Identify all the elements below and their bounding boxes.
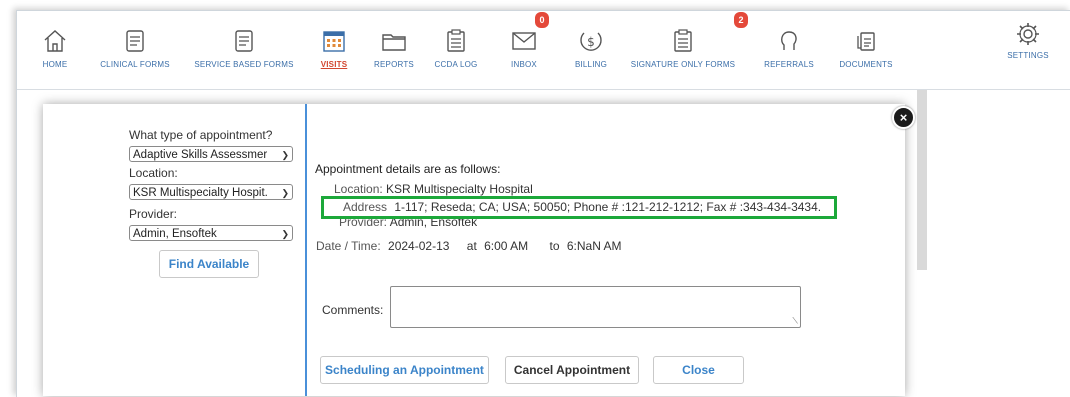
chevron-down-icon: ❯ [279, 147, 289, 161]
nav-reports[interactable]: REPORTS [371, 11, 417, 89]
nav-home[interactable]: HOME [35, 11, 75, 89]
cancel-appointment-button[interactable]: Cancel Appointment [505, 356, 639, 384]
nav-label-settings: SETTINGS [1007, 51, 1049, 60]
detail-datetime-label: Date / Time: [316, 239, 381, 253]
chevron-down-icon: ❯ [279, 226, 289, 240]
location-select[interactable]: KSR Multispecialty Hospit. ❯ [129, 184, 293, 200]
nav-referrals[interactable]: REFERRALS [764, 11, 814, 89]
folder-icon [382, 34, 406, 51]
appointment-type-label: What type of appointment? [129, 128, 273, 142]
find-available-button[interactable]: Find Available [159, 250, 259, 278]
detail-to-label: to [549, 239, 560, 253]
top-navigation: HOME CLINICAL FORMS SERVICE BASED FORMS … [17, 11, 1070, 90]
address-highlight-box [321, 196, 837, 219]
close-button[interactable]: Close [653, 356, 744, 384]
nav-label-home: HOME [42, 60, 68, 69]
clinical-forms-icon [126, 30, 144, 52]
nav-label-referrals: REFERRALS [764, 60, 814, 69]
location-label: Location: [129, 166, 178, 180]
nav-ccda-log[interactable]: CCDA LOG [433, 11, 479, 89]
nav-label-ccda-log: CCDA LOG [434, 60, 478, 69]
detail-start-time: 6:00 AM [484, 239, 529, 253]
signature-forms-count-badge: 2 [734, 12, 748, 28]
appointment-modal: What type of appointment? Adaptive Skill… [43, 104, 915, 396]
provider-select[interactable]: Admin, Ensoftek ❯ [129, 225, 293, 241]
referrals-icon [781, 31, 797, 50]
nav-label-signature-only-forms: SIGNATURE ONLY FORMS [630, 60, 736, 69]
nav-clinical-forms[interactable]: CLINICAL FORMS [95, 11, 175, 89]
inbox-count-badge: 0 [535, 12, 549, 28]
detail-location-row: Location: KSR Multispecialty Hospital [334, 182, 533, 196]
nav-signature-only-forms[interactable]: SIGNATURE ONLY FORMS [621, 11, 745, 89]
nav-label-visits: VISITS [320, 60, 348, 69]
detail-provider-label: Provider: [339, 219, 388, 229]
schedule-appointment-button[interactable]: Scheduling an Appointment [320, 356, 489, 384]
detail-provider-row: Provider: Admin, Ensoftek [339, 219, 477, 229]
envelope-icon [512, 32, 536, 50]
appointment-type-value: Adaptive Skills Assessmer [133, 149, 268, 161]
calendar-icon [323, 31, 345, 52]
nav-label-documents: DOCUMENTS [839, 60, 893, 69]
nav-label-service-based-forms: SERVICE BASED FORMS [194, 60, 294, 69]
nav-label-inbox: INBOX [511, 60, 537, 69]
nav-documents[interactable]: DOCUMENTS [835, 11, 897, 89]
svg-text:$: $ [587, 35, 595, 49]
signature-forms-icon [674, 29, 692, 52]
nav-settings[interactable]: SETTINGS [1005, 11, 1051, 89]
appointment-search-pane: What type of appointment? Adaptive Skill… [43, 104, 307, 396]
detail-provider-value: Admin, Ensoftek [389, 219, 478, 229]
nav-label-billing: BILLING [574, 60, 608, 69]
comments-label: Comments: [322, 303, 384, 317]
nav-billing[interactable]: $ BILLING [571, 11, 611, 89]
nav-visits[interactable]: VISITS [317, 11, 351, 89]
appointment-type-select[interactable]: Adaptive Skills Assessmer ❯ [129, 146, 293, 162]
dollar-icon: $ [580, 32, 602, 51]
detail-end-time: 6:NaN AM [566, 239, 622, 253]
provider-label: Provider: [129, 207, 178, 221]
clipboard-icon [447, 29, 465, 52]
detail-date-value: 2024-02-13 [388, 239, 450, 253]
detail-datetime-row: Date / Time: 2024-02-13 at 6:00 AM to 6:… [316, 239, 622, 253]
details-title: Appointment details are as follows: [315, 162, 501, 176]
provider-value: Admin, Ensoftek [133, 228, 217, 240]
chevron-down-icon: ❯ [279, 185, 289, 199]
comments-textarea[interactable]: ⃥ [390, 286, 801, 328]
home-icon [44, 30, 66, 52]
close-icon[interactable]: × [892, 106, 915, 129]
gear-icon [1017, 23, 1039, 45]
location-value: KSR Multispecialty Hospit. [133, 187, 268, 199]
background-scrollbar[interactable] [917, 90, 927, 270]
detail-at-label: at [466, 239, 477, 253]
detail-location-value: KSR Multispecialty Hospital [386, 182, 533, 196]
nav-label-clinical-forms: CLINICAL FORMS [100, 60, 170, 69]
service-forms-icon [235, 30, 253, 52]
documents-icon [857, 32, 875, 51]
nav-service-based-forms[interactable]: SERVICE BASED FORMS [189, 11, 299, 89]
nav-label-reports: REPORTS [374, 60, 414, 69]
detail-location-label: Location: [334, 182, 383, 196]
